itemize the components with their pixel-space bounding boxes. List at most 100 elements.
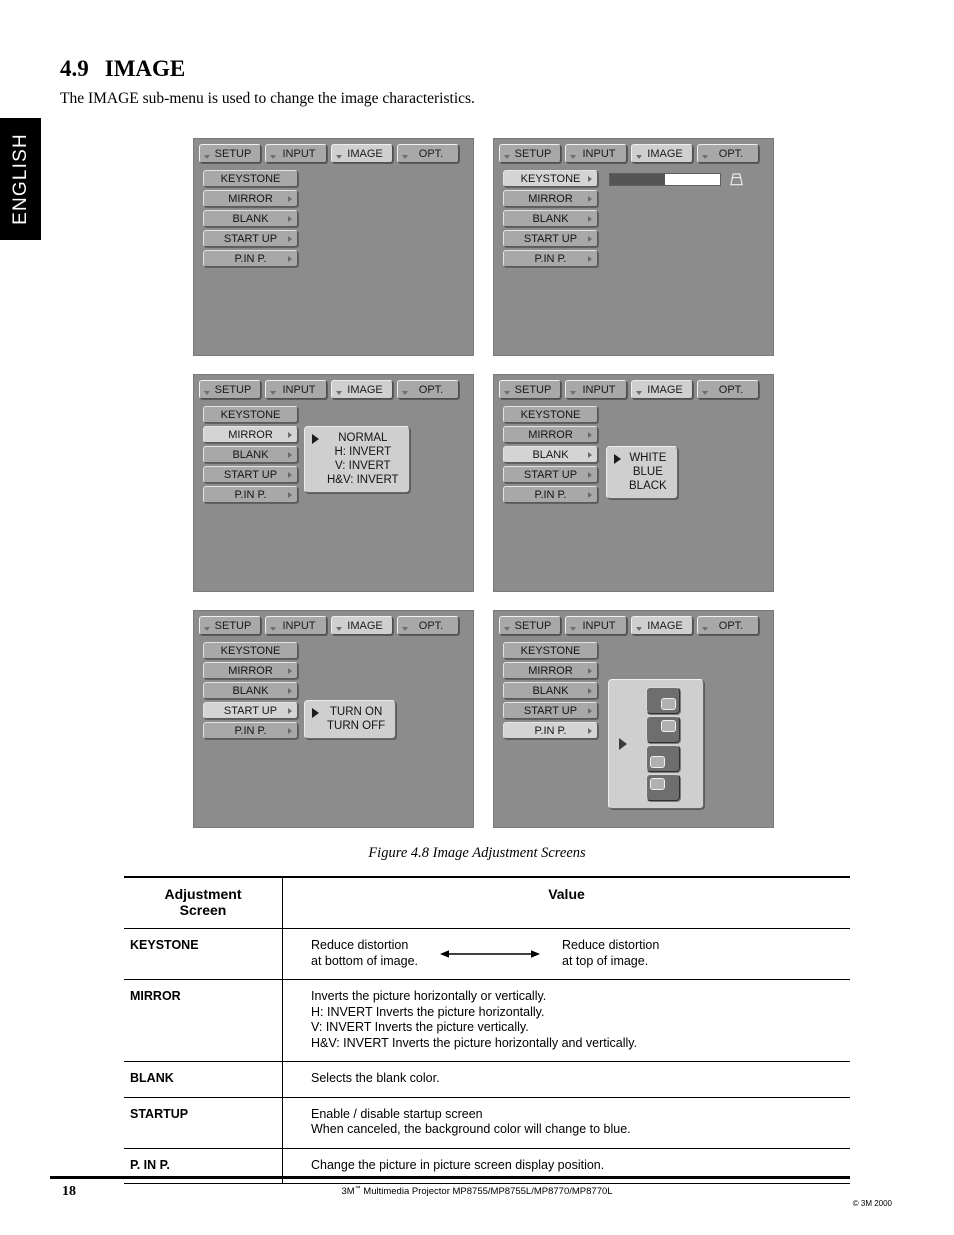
footer-copyright: © 3M 2000 — [852, 1199, 892, 1208]
submenu-option-h-invert[interactable]: H: INVERT — [327, 445, 399, 459]
menu-item-pinp[interactable]: P.IN P. — [203, 486, 298, 503]
pinp-position-top-left-icon[interactable] — [646, 774, 680, 801]
tab-input[interactable]: INPUT — [265, 616, 327, 635]
tab-setup[interactable]: SETUP — [499, 616, 561, 635]
tab-input[interactable]: INPUT — [265, 144, 327, 163]
chevron-down-icon — [336, 627, 342, 631]
table-header-row: Adjustment Screen Value — [124, 876, 850, 929]
menu-item-keystone[interactable]: KEYSTONE — [203, 406, 298, 423]
chevron-down-icon — [270, 627, 276, 631]
menu-item-pinp[interactable]: P.IN P. — [203, 722, 298, 739]
menu-item-pinp[interactable]: P.IN P. — [503, 722, 598, 739]
submenu-option-hv-invert[interactable]: H&V: INVERT — [327, 473, 399, 487]
menu-item-startup[interactable]: START UP — [203, 702, 298, 719]
menu-item-keystone[interactable]: KEYSTONE — [503, 642, 598, 659]
tab-label: OPT. — [718, 619, 744, 632]
chevron-down-icon — [402, 627, 408, 631]
submenu-option-normal[interactable]: NORMAL — [327, 431, 399, 445]
menu-item-blank[interactable]: BLANK — [503, 210, 598, 227]
submenu-option-white[interactable]: WHITE — [629, 451, 667, 465]
menu-item-mirror[interactable]: MIRROR — [203, 190, 298, 207]
tab-image[interactable]: IMAGE — [631, 144, 693, 163]
menu-item-blank[interactable]: BLANK — [203, 446, 298, 463]
osd-tabbar: SETUP INPUT IMAGE OPT. — [199, 144, 459, 163]
pinp-position-bottom-right-icon[interactable] — [646, 687, 680, 714]
tab-opt[interactable]: OPT. — [697, 380, 759, 399]
menu-item-startup[interactable]: START UP — [503, 466, 598, 483]
menu-item-blank[interactable]: BLANK — [203, 682, 298, 699]
double-arrow-icon — [440, 949, 541, 958]
selection-pointer-icon — [614, 454, 621, 464]
tab-input[interactable]: INPUT — [565, 380, 627, 399]
chevron-down-icon — [402, 155, 408, 159]
chevron-right-icon — [288, 687, 292, 694]
menu-item-mirror[interactable]: MIRROR — [503, 662, 598, 679]
submenu-option-blue[interactable]: BLUE — [629, 465, 667, 479]
tab-image[interactable]: IMAGE — [631, 616, 693, 635]
tab-input[interactable]: INPUT — [265, 380, 327, 399]
submenu-option-turn-off[interactable]: TURN OFF — [327, 719, 385, 733]
menu-item-keystone[interactable]: KEYSTONE — [503, 406, 598, 423]
submenu-option-turn-on[interactable]: TURN ON — [327, 705, 385, 719]
keystone-left-line1: Reduce distortion — [311, 938, 409, 952]
tab-setup[interactable]: SETUP — [199, 616, 261, 635]
tab-setup[interactable]: SETUP — [499, 144, 561, 163]
tab-image[interactable]: IMAGE — [631, 380, 693, 399]
menu-item-startup[interactable]: START UP — [503, 702, 598, 719]
tab-setup[interactable]: SETUP — [199, 144, 261, 163]
menu-item-mirror[interactable]: MIRROR — [203, 426, 298, 443]
tab-input[interactable]: INPUT — [565, 144, 627, 163]
menu-item-pinp[interactable]: P.IN P. — [203, 250, 298, 267]
menu-item-mirror[interactable]: MIRROR — [503, 190, 598, 207]
chevron-right-icon — [288, 707, 292, 714]
tab-opt[interactable]: OPT. — [397, 616, 459, 635]
tab-setup[interactable]: SETUP — [199, 380, 261, 399]
menu-item-pinp[interactable]: P.IN P. — [503, 486, 598, 503]
tab-label: SETUP — [514, 147, 552, 160]
value-line: Selects the blank color. — [311, 1071, 440, 1085]
language-tab: ENGLISH — [0, 118, 41, 240]
chevron-right-icon — [588, 255, 592, 262]
tab-opt[interactable]: OPT. — [397, 380, 459, 399]
submenu-option-v-invert[interactable]: V: INVERT — [327, 459, 399, 473]
chevron-right-icon — [588, 215, 592, 222]
menu-item-keystone[interactable]: KEYSTONE — [203, 170, 298, 187]
pinp-position-bottom-left-icon[interactable] — [646, 745, 680, 772]
pinp-icon-list — [646, 687, 680, 801]
chevron-right-icon — [288, 727, 292, 734]
menu-item-keystone[interactable]: KEYSTONE — [203, 642, 298, 659]
submenu-option-black[interactable]: BLACK — [629, 479, 667, 493]
tab-opt[interactable]: OPT. — [397, 144, 459, 163]
menu-item-startup[interactable]: START UP — [203, 466, 298, 483]
menu-item-blank[interactable]: BLANK — [203, 210, 298, 227]
chevron-right-icon — [288, 491, 292, 498]
menu-item-pinp[interactable]: P.IN P. — [503, 250, 598, 267]
table-cell-screen: MIRROR — [124, 979, 283, 1062]
tab-opt[interactable]: OPT. — [697, 616, 759, 635]
menu-item-label: KEYSTONE — [520, 408, 581, 421]
tab-image[interactable]: IMAGE — [331, 616, 393, 635]
menu-item-label: BLANK — [232, 448, 269, 461]
keystone-right-line1: Reduce distortion — [562, 938, 660, 952]
menu-item-startup[interactable]: START UP — [503, 230, 598, 247]
menu-item-blank[interactable]: BLANK — [503, 682, 598, 699]
menu-item-keystone[interactable]: KEYSTONE — [503, 170, 598, 187]
menu-item-mirror[interactable]: MIRROR — [503, 426, 598, 443]
tab-label: IMAGE — [347, 383, 383, 396]
tab-input[interactable]: INPUT — [565, 616, 627, 635]
tab-image[interactable]: IMAGE — [331, 144, 393, 163]
pinp-position-top-right-icon[interactable] — [646, 716, 680, 743]
keystone-slider[interactable] — [609, 173, 721, 186]
osd-menu-list: KEYSTONE MIRROR BLANK START UP P.IN P. — [203, 642, 298, 742]
menu-item-blank[interactable]: BLANK — [503, 446, 598, 463]
menu-item-mirror[interactable]: MIRROR — [203, 662, 298, 679]
tab-label: INPUT — [282, 383, 316, 396]
tab-image[interactable]: IMAGE — [331, 380, 393, 399]
tab-label: INPUT — [582, 619, 616, 632]
menu-item-startup[interactable]: START UP — [203, 230, 298, 247]
tab-opt[interactable]: OPT. — [697, 144, 759, 163]
tab-setup[interactable]: SETUP — [499, 380, 561, 399]
value-line: Change the picture in picture screen dis… — [311, 1157, 605, 1172]
menu-item-label: MIRROR — [528, 192, 573, 205]
footer-product-line: 3M™ Multimedia Projector MP8755/MP8755L/… — [0, 1186, 954, 1197]
